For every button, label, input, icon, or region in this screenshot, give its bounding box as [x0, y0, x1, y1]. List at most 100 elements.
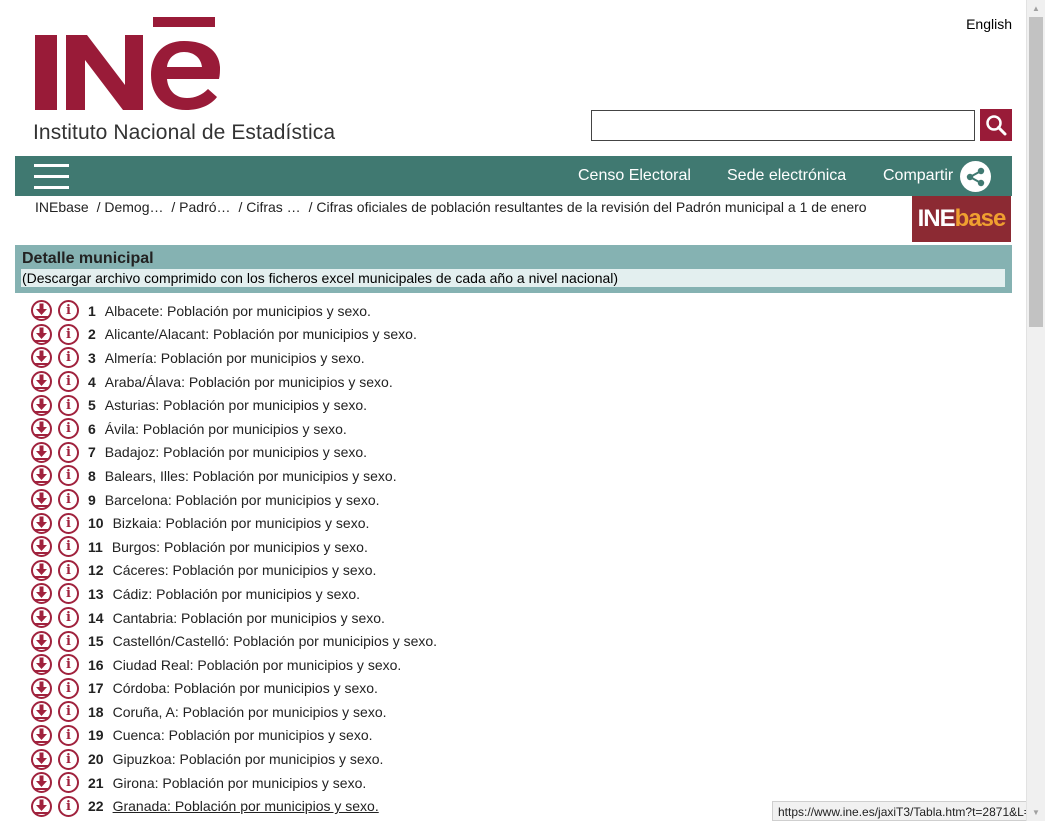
list-item-link[interactable]: Asturias: Población por municipios y sex…	[105, 397, 367, 413]
list-item-link[interactable]: Coruña, A: Población por municipios y se…	[113, 704, 387, 720]
info-circle-icon[interactable]: i	[58, 323, 79, 345]
download-circle-icon[interactable]	[31, 441, 52, 463]
breadcrumb-inebase[interactable]: INEbase	[35, 199, 89, 215]
info-circle-icon[interactable]: i	[58, 489, 79, 511]
list-item-link[interactable]: Almería: Población por municipios y sexo…	[105, 350, 365, 366]
search-button[interactable]	[980, 109, 1012, 141]
info-circle-icon[interactable]: i	[58, 677, 79, 699]
download-circle-icon[interactable]	[31, 677, 52, 699]
list-item-number: 14	[88, 609, 104, 626]
info-circle-icon[interactable]: i	[58, 394, 79, 416]
list-item-link[interactable]: Burgos: Población por municipios y sexo.	[112, 539, 368, 555]
download-circle-icon[interactable]	[31, 418, 52, 440]
download-circle-icon[interactable]	[31, 654, 52, 676]
info-circle-icon[interactable]: i	[58, 795, 79, 817]
info-circle-icon[interactable]: i	[58, 512, 79, 534]
share-icon[interactable]	[960, 161, 991, 192]
nav-compartir[interactable]: Compartir	[883, 167, 953, 185]
list-item-link[interactable]: Alicante/Alacant: Población por municipi…	[105, 326, 417, 342]
list-item: i 1 Albacete: Población por municipios y s…	[31, 299, 931, 323]
list-item: i 6 Ávila: Población por municipios y sexo…	[31, 417, 931, 441]
list-item-link[interactable]: Granada: Población por municipios y sexo…	[113, 798, 379, 814]
breadcrumb-padron[interactable]: / Padró…	[171, 199, 230, 215]
list-item-number: 21	[88, 774, 104, 791]
download-circle-icon[interactable]	[31, 489, 52, 511]
list-item-link[interactable]: Ávila: Población por municipios y sexo.	[105, 421, 347, 437]
info-circle-icon[interactable]: i	[58, 630, 79, 652]
list-item-link[interactable]: Balears, Illes: Población por municipios…	[105, 468, 397, 484]
info-circle-icon[interactable]: i	[58, 441, 79, 463]
list-item-link[interactable]: Gipuzkoa: Población por municipios y sex…	[113, 751, 384, 767]
scroll-thumb[interactable]	[1029, 17, 1043, 327]
list-item-link[interactable]: Castellón/Castelló: Población por munici…	[113, 633, 438, 649]
section-title: Detalle municipal	[22, 250, 154, 267]
breadcrumb: INEbase / Demog… / Padró… / Cifras … / C…	[35, 199, 871, 215]
info-circle-icon[interactable]: i	[58, 300, 79, 322]
search-input[interactable]	[591, 110, 975, 141]
download-circle-icon[interactable]	[31, 536, 52, 558]
info-circle-icon[interactable]: i	[58, 559, 79, 581]
info-circle-icon[interactable]: i	[58, 654, 79, 676]
info-circle-icon[interactable]: i	[58, 536, 79, 558]
list-item-link[interactable]: Córdoba: Población por municipios y sexo…	[113, 680, 378, 696]
download-circle-icon[interactable]	[31, 371, 52, 393]
download-circle-icon[interactable]	[31, 347, 52, 369]
download-circle-icon[interactable]	[31, 795, 52, 817]
list-item-link[interactable]: Ciudad Real: Población por municipios y …	[113, 657, 402, 673]
download-circle-icon[interactable]	[31, 512, 52, 534]
list-item: i 18 Coruña, A: Población por municipios y…	[31, 700, 931, 724]
download-circle-icon[interactable]	[31, 394, 52, 416]
list-item-link[interactable]: Araba/Álava: Población por municipios y …	[105, 374, 393, 390]
list-item-link[interactable]: Cantabria: Población por municipios y se…	[113, 610, 385, 626]
list-item-link[interactable]: Girona: Población por municipios y sexo.	[113, 775, 367, 791]
list-item: i 8 Balears, Illes: Población por municipi…	[31, 464, 931, 488]
vertical-scrollbar[interactable]: ▲ ▼	[1026, 0, 1045, 821]
download-circle-icon[interactable]	[31, 607, 52, 629]
page: English Instituto Nacional de Estadístic…	[0, 0, 1026, 821]
breadcrumb-cifras[interactable]: / Cifras …	[238, 199, 300, 215]
download-circle-icon[interactable]	[31, 724, 52, 746]
language-link-english[interactable]: English	[966, 16, 1012, 32]
download-circle-icon[interactable]	[31, 300, 52, 322]
info-circle-icon[interactable]: i	[58, 371, 79, 393]
info-circle-icon[interactable]: i	[58, 583, 79, 605]
inebase-logo[interactable]: INE base	[912, 196, 1011, 242]
list-item-link[interactable]: Barcelona: Población por municipios y se…	[105, 492, 380, 508]
nav-sede-electronica[interactable]: Sede electrónica	[727, 167, 846, 185]
download-circle-icon[interactable]	[31, 465, 52, 487]
nav-censo-electoral[interactable]: Censo Electoral	[578, 167, 691, 185]
download-all-link[interactable]: (Descargar archivo comprimido con los fi…	[21, 269, 1005, 287]
list-item: i 9 Barcelona: Población por municipios y …	[31, 488, 931, 512]
status-bar-url: https://www.ine.es/jaxiT3/Tabla.htm?t=28…	[772, 801, 1026, 821]
list-item: i 19 Cuenca: Población por municipios y se…	[31, 724, 931, 748]
info-circle-icon[interactable]: i	[58, 347, 79, 369]
download-circle-icon[interactable]	[31, 559, 52, 581]
info-circle-icon[interactable]: i	[58, 748, 79, 770]
hamburger-menu-icon[interactable]	[34, 164, 69, 190]
download-circle-icon[interactable]	[31, 583, 52, 605]
list-item-link[interactable]: Cuenca: Población por municipios y sexo.	[113, 727, 373, 743]
list-item-link[interactable]: Albacete: Población por municipios y sex…	[105, 303, 371, 319]
download-circle-icon[interactable]	[31, 701, 52, 723]
info-circle-icon[interactable]: i	[58, 465, 79, 487]
download-circle-icon[interactable]	[31, 772, 52, 794]
download-circle-icon[interactable]	[31, 323, 52, 345]
download-circle-icon[interactable]	[31, 748, 52, 770]
list-item-link[interactable]: Cáceres: Población por municipios y sexo…	[113, 562, 377, 578]
scroll-up-arrow-icon[interactable]: ▲	[1027, 0, 1045, 17]
info-circle-icon[interactable]: i	[58, 724, 79, 746]
scroll-down-arrow-icon[interactable]: ▼	[1027, 804, 1045, 821]
breadcrumb-demografia[interactable]: / Demog…	[97, 199, 164, 215]
list-item-link[interactable]: Cádiz: Población por municipios y sexo.	[113, 586, 360, 602]
download-circle-icon[interactable]	[31, 630, 52, 652]
institute-name: Instituto Nacional de Estadística	[33, 121, 336, 144]
info-circle-icon[interactable]: i	[58, 418, 79, 440]
list-item-link[interactable]: Badajoz: Población por municipios y sexo…	[105, 444, 367, 460]
info-circle-icon[interactable]: i	[58, 701, 79, 723]
list-item-link[interactable]: Bizkaia: Población por municipios y sexo…	[113, 515, 370, 531]
info-circle-icon[interactable]: i	[58, 772, 79, 794]
list-item: i 17 Córdoba: Población por municipios y s…	[31, 677, 931, 701]
list-item: i 21 Girona: Población por municipios y se…	[31, 771, 931, 795]
ine-logo[interactable]	[33, 17, 223, 112]
info-circle-icon[interactable]: i	[58, 607, 79, 629]
